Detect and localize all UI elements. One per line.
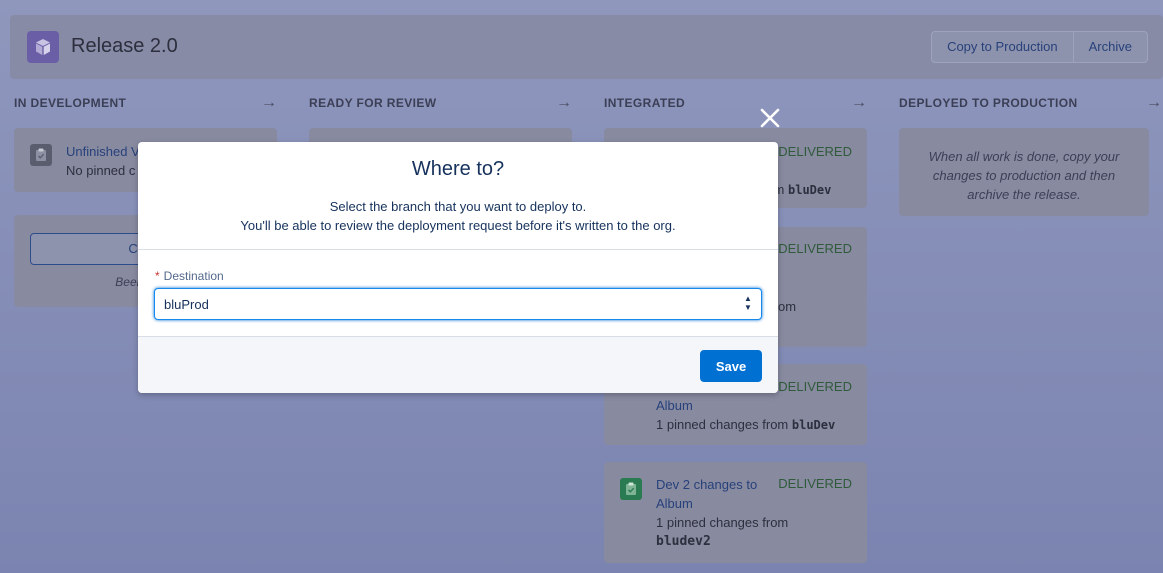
deployed-empty-panel: When all work is done, copy your changes… xyxy=(899,128,1149,216)
save-button[interactable]: Save xyxy=(700,350,762,382)
work-item-summary: No pinned c xyxy=(66,163,136,178)
column-title-integrated: INTEGRATED xyxy=(604,96,686,110)
destination-label: * Destination xyxy=(155,269,224,283)
destination-label-text: Destination xyxy=(163,269,224,283)
column-title-in-development: IN DEVELOPMENT xyxy=(14,96,127,110)
work-item-card[interactable]: DELIVERED Dev 2 changes to Album 1 pinne… xyxy=(604,462,867,563)
copy-to-production-button[interactable]: Copy to Production xyxy=(932,32,1073,62)
work-item-summary: om xyxy=(778,299,797,314)
work-item-title[interactable]: Dev 2 changes to xyxy=(656,475,757,494)
header-actions: Copy to Production Archive xyxy=(931,31,1148,63)
deployed-hint: When all work is done, copy your changes… xyxy=(928,149,1120,202)
branch-name: bluDev xyxy=(788,183,832,197)
branch-name: bluDev xyxy=(791,418,836,432)
arrow-right-icon: → xyxy=(851,94,867,111)
destination-select[interactable]: bluProd ▲ ▼ xyxy=(154,288,762,320)
work-item-title[interactable]: Album xyxy=(656,396,693,415)
clipboard-icon xyxy=(30,144,52,166)
modal-divider xyxy=(138,249,778,250)
clipboard-icon xyxy=(620,478,642,500)
work-item-summary: 1 pinned changes from xyxy=(656,515,789,530)
destination-selected-value: bluProd xyxy=(164,297,209,312)
status-delivered: DELIVERED xyxy=(778,144,852,159)
status-delivered: DELIVERED xyxy=(778,476,852,491)
branch-name: bludev2 xyxy=(656,534,711,549)
status-delivered: DELIVERED xyxy=(778,241,852,256)
modal-description-line-2: You'll be able to review the deployment … xyxy=(240,218,676,233)
column-title-ready-for-review: READY FOR REVIEW xyxy=(309,96,437,110)
modal-footer: Save xyxy=(138,336,778,393)
column-title-deployed-to-production: DEPLOYED TO PRODUCTION xyxy=(899,96,1078,110)
status-delivered: DELIVERED xyxy=(778,379,852,394)
arrow-right-icon: → xyxy=(556,94,572,111)
modal-description-line-1: Select the branch that you want to deplo… xyxy=(329,199,587,214)
arrow-right-icon: → xyxy=(261,94,277,111)
required-marker: * xyxy=(155,269,160,283)
close-modal-button[interactable] xyxy=(759,107,781,129)
work-item-summary: 1 pinned changes from bluDev xyxy=(656,417,836,432)
deploy-destination-modal: Where to? Select the branch that you wan… xyxy=(138,142,778,393)
work-item-title[interactable]: Unfinished V xyxy=(66,142,140,161)
close-icon xyxy=(760,108,780,128)
archive-button[interactable]: Archive xyxy=(1072,32,1147,62)
work-item-title-cont[interactable]: Album xyxy=(656,494,693,513)
arrow-right-icon: → xyxy=(1146,94,1162,111)
modal-title: Where to? xyxy=(411,158,505,180)
modal-description: Select the branch that you want to deplo… xyxy=(138,197,778,235)
select-arrows-icon: ▲ ▼ xyxy=(744,294,752,312)
release-header: Release 2.0 Copy to Production Archive xyxy=(10,15,1163,79)
release-cube-icon xyxy=(27,31,59,63)
page-title: Release 2.0 xyxy=(71,35,178,57)
